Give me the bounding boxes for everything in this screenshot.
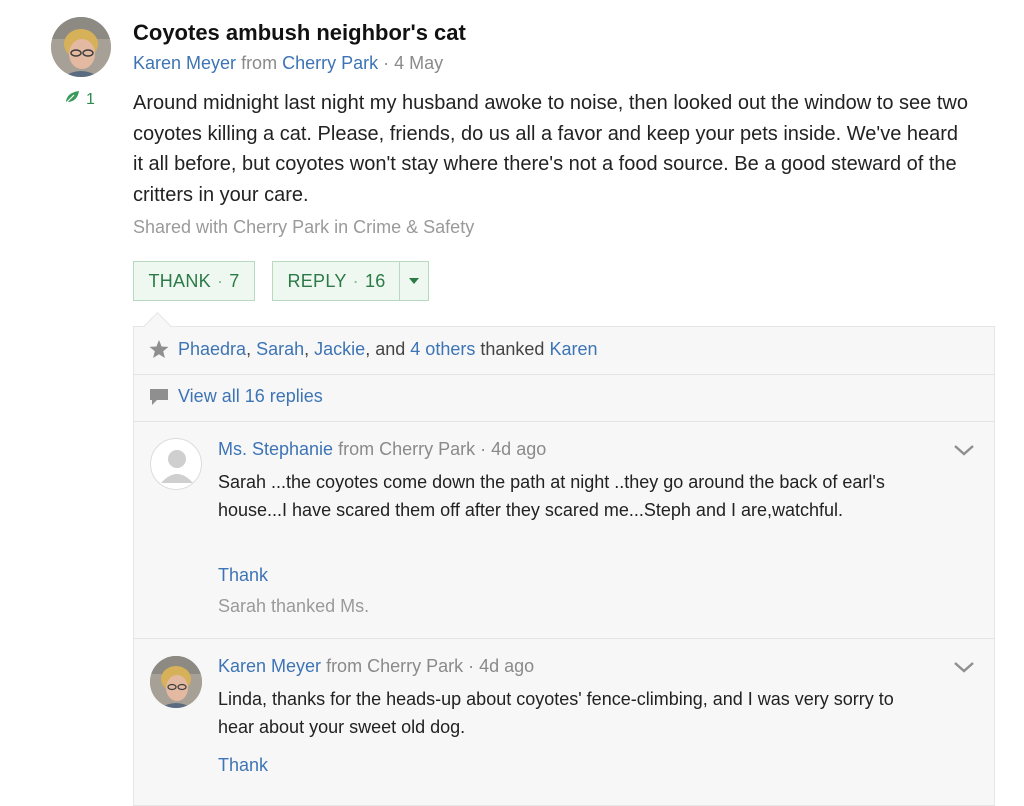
reply-avatar-placeholder[interactable] [150, 438, 202, 490]
neighborhood-link[interactable]: Cherry Park [282, 53, 378, 73]
shared-prefix: Shared with [133, 217, 229, 237]
thanks-summary: Phaedra, Sarah, Jackie, and 4 others tha… [149, 339, 597, 360]
reply-thank-link[interactable]: Thank [218, 755, 268, 776]
shared-category[interactable]: Crime & Safety [353, 217, 474, 237]
star-icon [149, 340, 169, 359]
leaf-count: 1 [86, 90, 95, 108]
reply-byline: Ms. Stephanie from Cherry Park · 4d ago [218, 439, 546, 460]
chevron-down-icon[interactable] [952, 659, 976, 675]
comma-3: , [365, 339, 371, 359]
view-all-replies[interactable]: View all 16 replies [149, 386, 323, 407]
comma-1: , [246, 339, 252, 359]
post-body: Around midnight last night my husband aw… [133, 92, 968, 206]
author-link[interactable]: Karen Meyer [133, 53, 236, 73]
reply-text: Sarah ...the coyotes come down the path … [218, 472, 885, 520]
date-separator: · [383, 53, 390, 73]
reply-options-button[interactable] [399, 261, 429, 301]
divider [134, 374, 994, 375]
others-link[interactable]: 4 others [410, 339, 475, 360]
thanker-link-3[interactable]: Jackie [314, 339, 365, 360]
reply-time[interactable]: 4d ago [479, 656, 534, 676]
reply-sep: · [352, 270, 359, 291]
reply-author-link[interactable]: Ms. Stephanie [218, 439, 333, 459]
reply-thank-link[interactable]: Thank [218, 565, 268, 586]
reply-author-avatar[interactable] [150, 656, 202, 708]
thank-button-label: THANK [148, 270, 211, 291]
and-word: and [375, 339, 406, 359]
reply-button-label: REPLY [287, 270, 347, 291]
leaf-icon [64, 90, 80, 109]
divider [134, 421, 994, 422]
comma-2: , [304, 339, 310, 359]
post-date[interactable]: 4 May [394, 53, 443, 73]
thanker-link-1[interactable]: Phaedra [178, 339, 246, 360]
reply-sep: · [480, 439, 487, 459]
reply-time[interactable]: 4d ago [491, 439, 546, 459]
thanked-target-link[interactable]: Karen [549, 339, 597, 360]
reply-button[interactable]: REPLY · 16 [272, 261, 400, 301]
author-avatar[interactable] [51, 17, 111, 77]
reply-neighborhood[interactable]: Cherry Park [367, 656, 463, 676]
shared-in: in [334, 217, 349, 237]
from-word: from [241, 53, 278, 73]
divider [134, 638, 994, 639]
thank-sep: · [216, 270, 224, 291]
reply-text: Linda, thanks for the heads-up about coy… [218, 689, 894, 737]
reply-button-count: 16 [364, 270, 386, 291]
comment-icon [149, 388, 169, 406]
thank-button[interactable]: THANK · 7 [133, 261, 255, 301]
from-word: from [338, 439, 375, 459]
shared-neighborhood[interactable]: Cherry Park [233, 217, 329, 237]
chevron-down-icon[interactable] [952, 442, 976, 458]
reply-author-link[interactable]: Karen Meyer [218, 656, 321, 676]
shared-info: Shared with Cherry Park in Crime & Safet… [133, 217, 474, 238]
post-byline: Karen Meyer from Cherry Park · 4 May [133, 53, 443, 74]
view-all-link[interactable]: View all 16 replies [178, 386, 323, 407]
reply-byline: Karen Meyer from Cherry Park · 4d ago [218, 656, 534, 677]
post-title[interactable]: Coyotes ambush neighbor's cat [133, 20, 466, 46]
thank-button-count: 7 [229, 270, 240, 291]
leaf-counter[interactable]: 1 [64, 90, 95, 109]
thanker-link-2[interactable]: Sarah [256, 339, 304, 360]
caret-down-icon [409, 278, 419, 284]
thanked-word: thanked [480, 339, 545, 359]
reply-neighborhood[interactable]: Cherry Park [379, 439, 475, 459]
from-word: from [326, 656, 363, 676]
reply-sep: · [468, 656, 475, 676]
reply-thanked-text: Sarah thanked Ms. [218, 596, 370, 616]
